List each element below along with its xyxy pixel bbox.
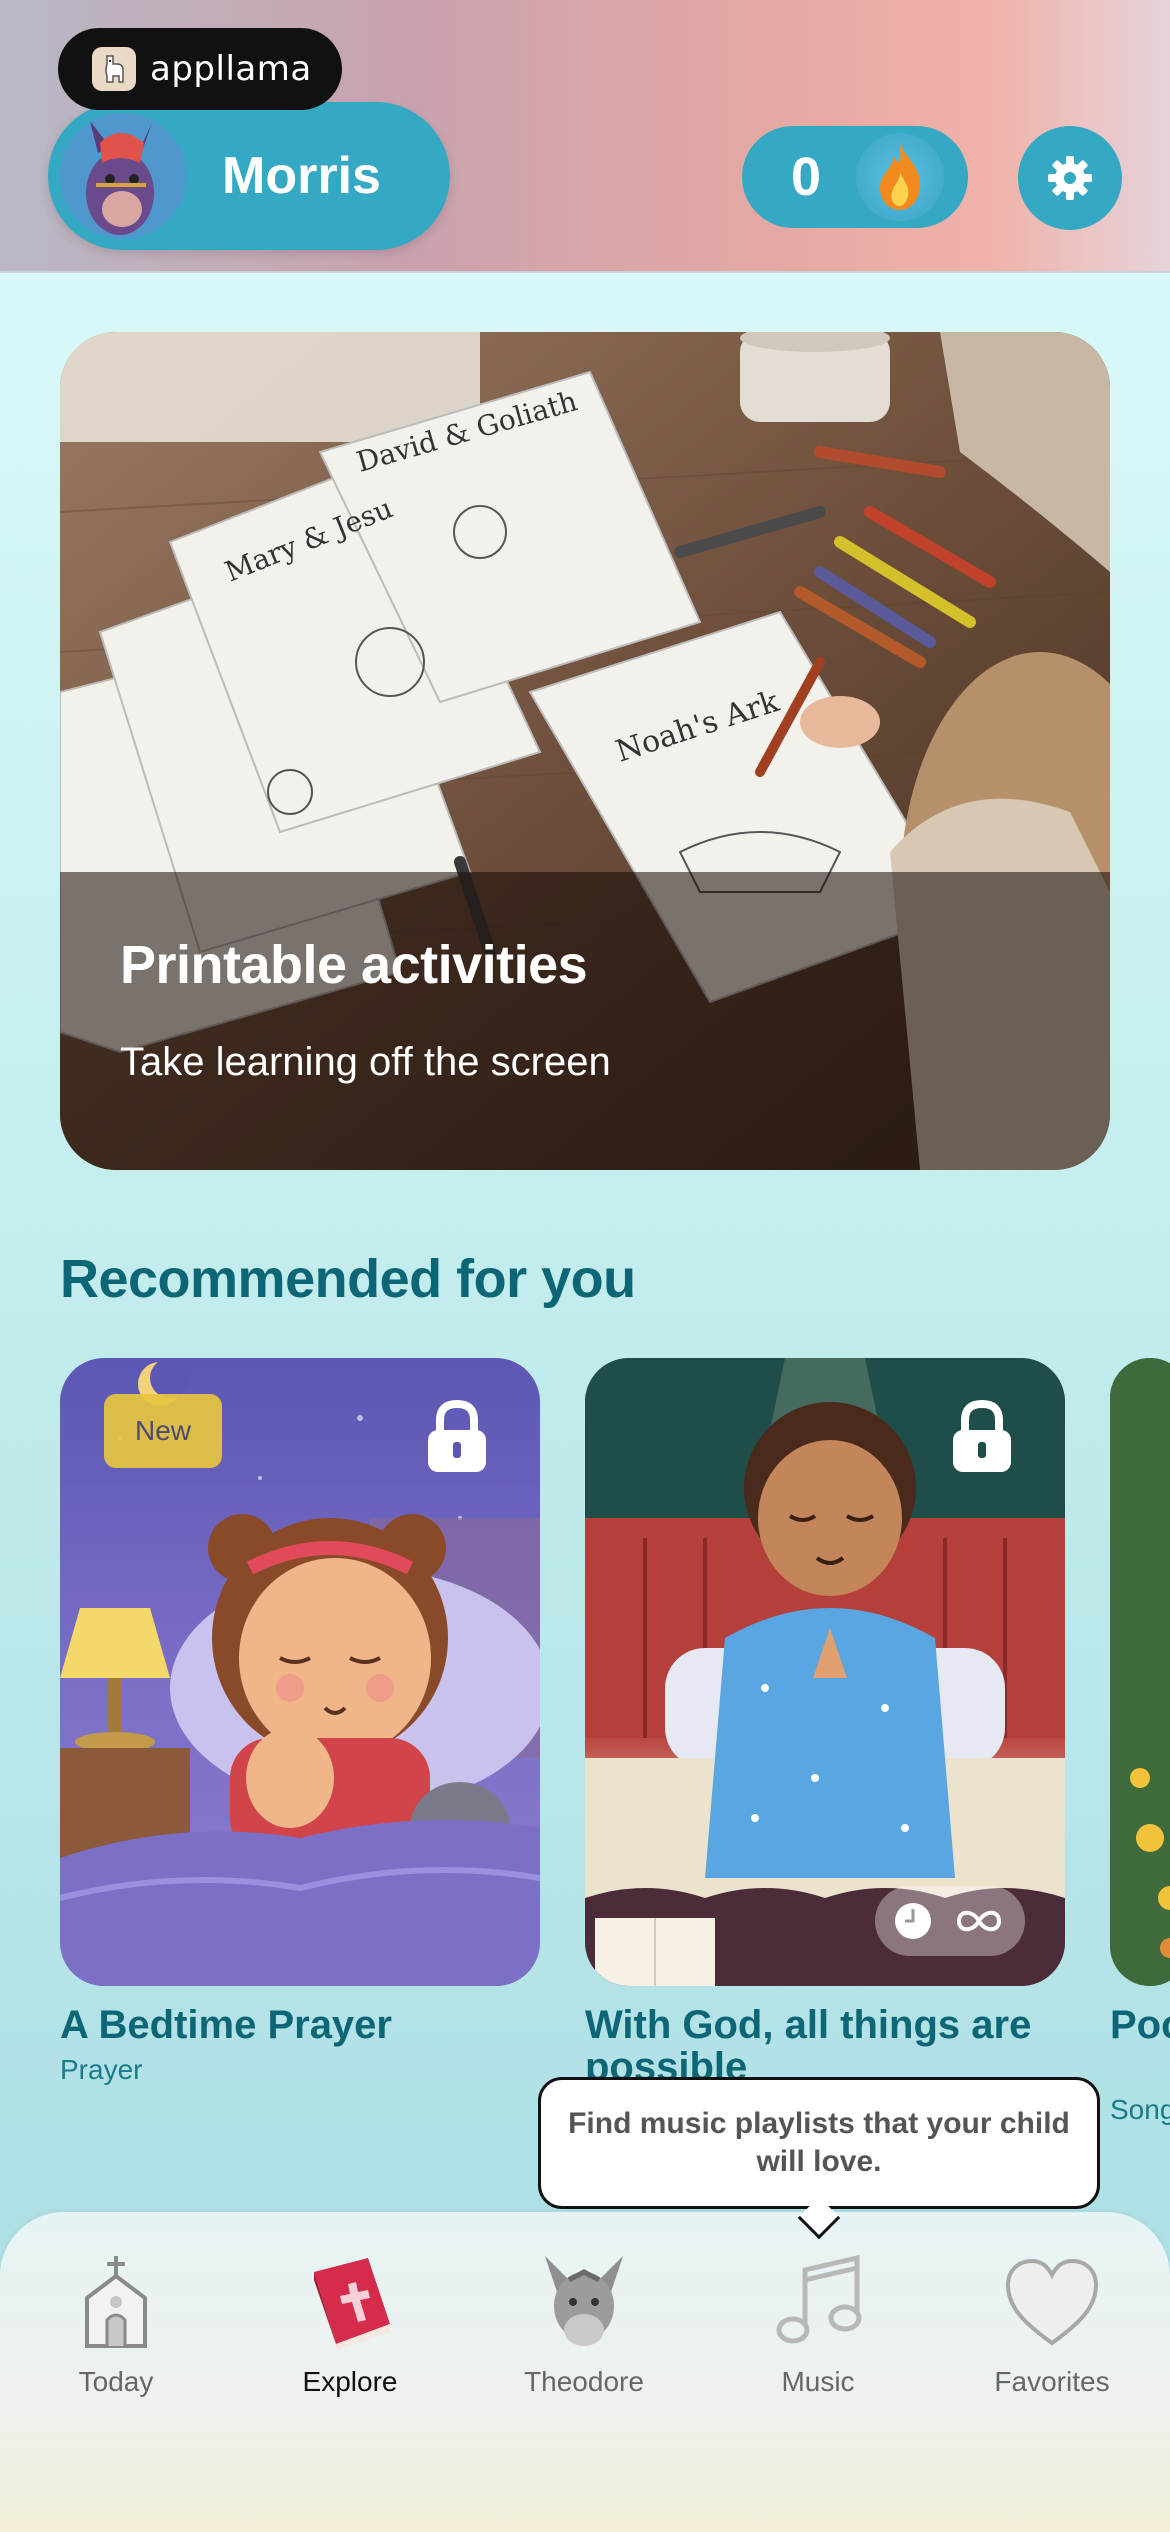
avatar — [60, 113, 186, 239]
clock-icon — [895, 1903, 931, 1939]
flame-icon — [856, 133, 944, 221]
tab-label-music: Music — [781, 2366, 855, 2397]
tab-label-favorites: Favorites — [994, 2366, 1110, 2397]
bible-icon — [300, 2252, 400, 2352]
infinity-icon — [956, 1910, 1002, 1932]
tab-label-theodore: Theodore — [524, 2366, 644, 2397]
recommended-card-with-god[interactable] — [585, 1358, 1065, 1986]
streak-counter[interactable]: 0 — [742, 126, 968, 228]
music-tooltip: Find music playlists that your child wil… — [538, 2077, 1100, 2209]
profile-name: Morris — [222, 147, 381, 205]
tab-today[interactable]: Today — [36, 2252, 196, 2442]
brand-name: appllama — [150, 49, 312, 89]
streak-count: 0 — [790, 147, 822, 207]
recommended-card-partial[interactable] — [1110, 1358, 1170, 1986]
tab-bar: Today Explore Theodore Music Favorites — [0, 2212, 1170, 2532]
new-badge: New — [104, 1394, 222, 1468]
settings-button[interactable] — [1018, 126, 1122, 230]
printable-activities-card[interactable]: David & Goliath Mary & Jesu Noah's Ark P… — [60, 332, 1110, 1170]
tab-music[interactable]: Music — [738, 2252, 898, 2442]
lock-icon — [426, 1398, 488, 1474]
heart-icon — [1002, 2252, 1102, 2352]
top-header: appllama Morris 0 — [0, 0, 1170, 273]
music-note-icon — [768, 2252, 868, 2352]
lock-icon — [951, 1398, 1013, 1474]
tab-label-explore: Explore — [302, 2366, 398, 2397]
card-category-song: Song — [1110, 2094, 1170, 2125]
card-title-with-god[interactable]: With God, all things are possible — [585, 2004, 1065, 2084]
gear-icon — [1048, 156, 1092, 200]
recommended-card-bedtime-prayer[interactable]: New — [60, 1358, 540, 1986]
tab-explore[interactable]: Explore — [270, 2252, 430, 2442]
donkey-icon — [534, 2252, 634, 2352]
tab-theodore[interactable]: Theodore — [504, 2252, 664, 2442]
hero-caption-overlay — [60, 872, 1110, 1170]
profile-button[interactable]: Morris — [48, 102, 450, 250]
brand-pill: appllama — [58, 28, 342, 110]
duration-chip — [875, 1886, 1025, 1956]
recommended-heading: Recommended for you — [60, 1249, 636, 1309]
card-category-prayer: Prayer — [60, 2054, 143, 2085]
card-title-partial[interactable]: Poc Pra — [1110, 2004, 1170, 2046]
tab-label-today: Today — [78, 2366, 154, 2397]
flowers-illustration — [1110, 1358, 1170, 1986]
church-icon — [66, 2252, 166, 2352]
card-title-bedtime-prayer[interactable]: A Bedtime Prayer — [60, 2004, 540, 2046]
tab-favorites[interactable]: Favorites — [972, 2252, 1132, 2442]
hero-subtitle: Take learning off the screen — [120, 1040, 611, 1084]
llama-logo-icon — [92, 47, 136, 91]
hero-title: Printable activities — [120, 935, 588, 995]
